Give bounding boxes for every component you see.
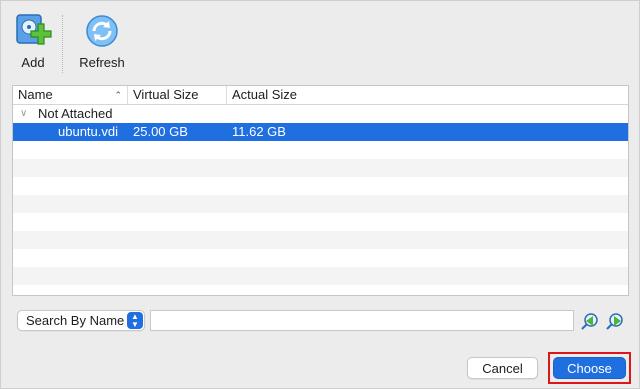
cell-name: ubuntu.vdi [58,124,118,139]
chevron-down-icon[interactable]: ∨ [20,105,27,123]
refresh-icon [82,13,122,53]
group-label: Not Attached [38,106,113,121]
search-input[interactable] [150,310,574,331]
cell-virtual-size: 25.00 GB [133,124,188,139]
add-button[interactable]: Add [13,13,53,70]
search-next-button[interactable] [605,311,625,331]
empty-row [13,285,628,295]
toolbar-separator [62,15,63,73]
column-header-name[interactable]: Name ⌃ [13,86,128,104]
empty-row [13,249,628,267]
empty-row [13,195,628,213]
search-mode-select[interactable]: Search By Name ▲ ▼ [17,310,145,331]
medium-selector-dialog: Add Refresh Name ⌃ Virtual Size Actual S… [0,0,640,389]
refresh-button[interactable]: Refresh [73,13,131,70]
search-previous-button[interactable] [580,311,600,331]
search-mode-label: Search By Name [26,313,125,328]
sort-ascending-icon: ⌃ [114,90,122,100]
empty-row [13,141,628,159]
add-disk-icon [13,13,53,53]
empty-row [13,159,628,177]
medium-table[interactable]: Name ⌃ Virtual Size Actual Size ∨ Not At… [12,85,629,296]
empty-row [13,213,628,231]
cancel-button[interactable]: Cancel [467,357,538,379]
cell-actual-size: 11.62 GB [232,124,286,139]
up-down-stepper-icon: ▲ ▼ [127,312,143,329]
table-header: Name ⌃ Virtual Size Actual Size [13,86,628,105]
empty-row [13,267,628,285]
group-row-not-attached[interactable]: ∨ Not Attached [13,105,628,123]
empty-row [13,177,628,195]
search-next-icon [606,313,623,330]
column-header-virtual-size[interactable]: Virtual Size [128,86,227,104]
add-label: Add [21,55,45,70]
table-row[interactable]: ubuntu.vdi 25.00 GB 11.62 GB [13,123,628,141]
column-header-actual-size[interactable]: Actual Size [227,86,427,104]
refresh-label: Refresh [79,55,125,70]
empty-row [13,231,628,249]
choose-button[interactable]: Choose [553,357,626,379]
search-previous-icon [581,313,598,330]
